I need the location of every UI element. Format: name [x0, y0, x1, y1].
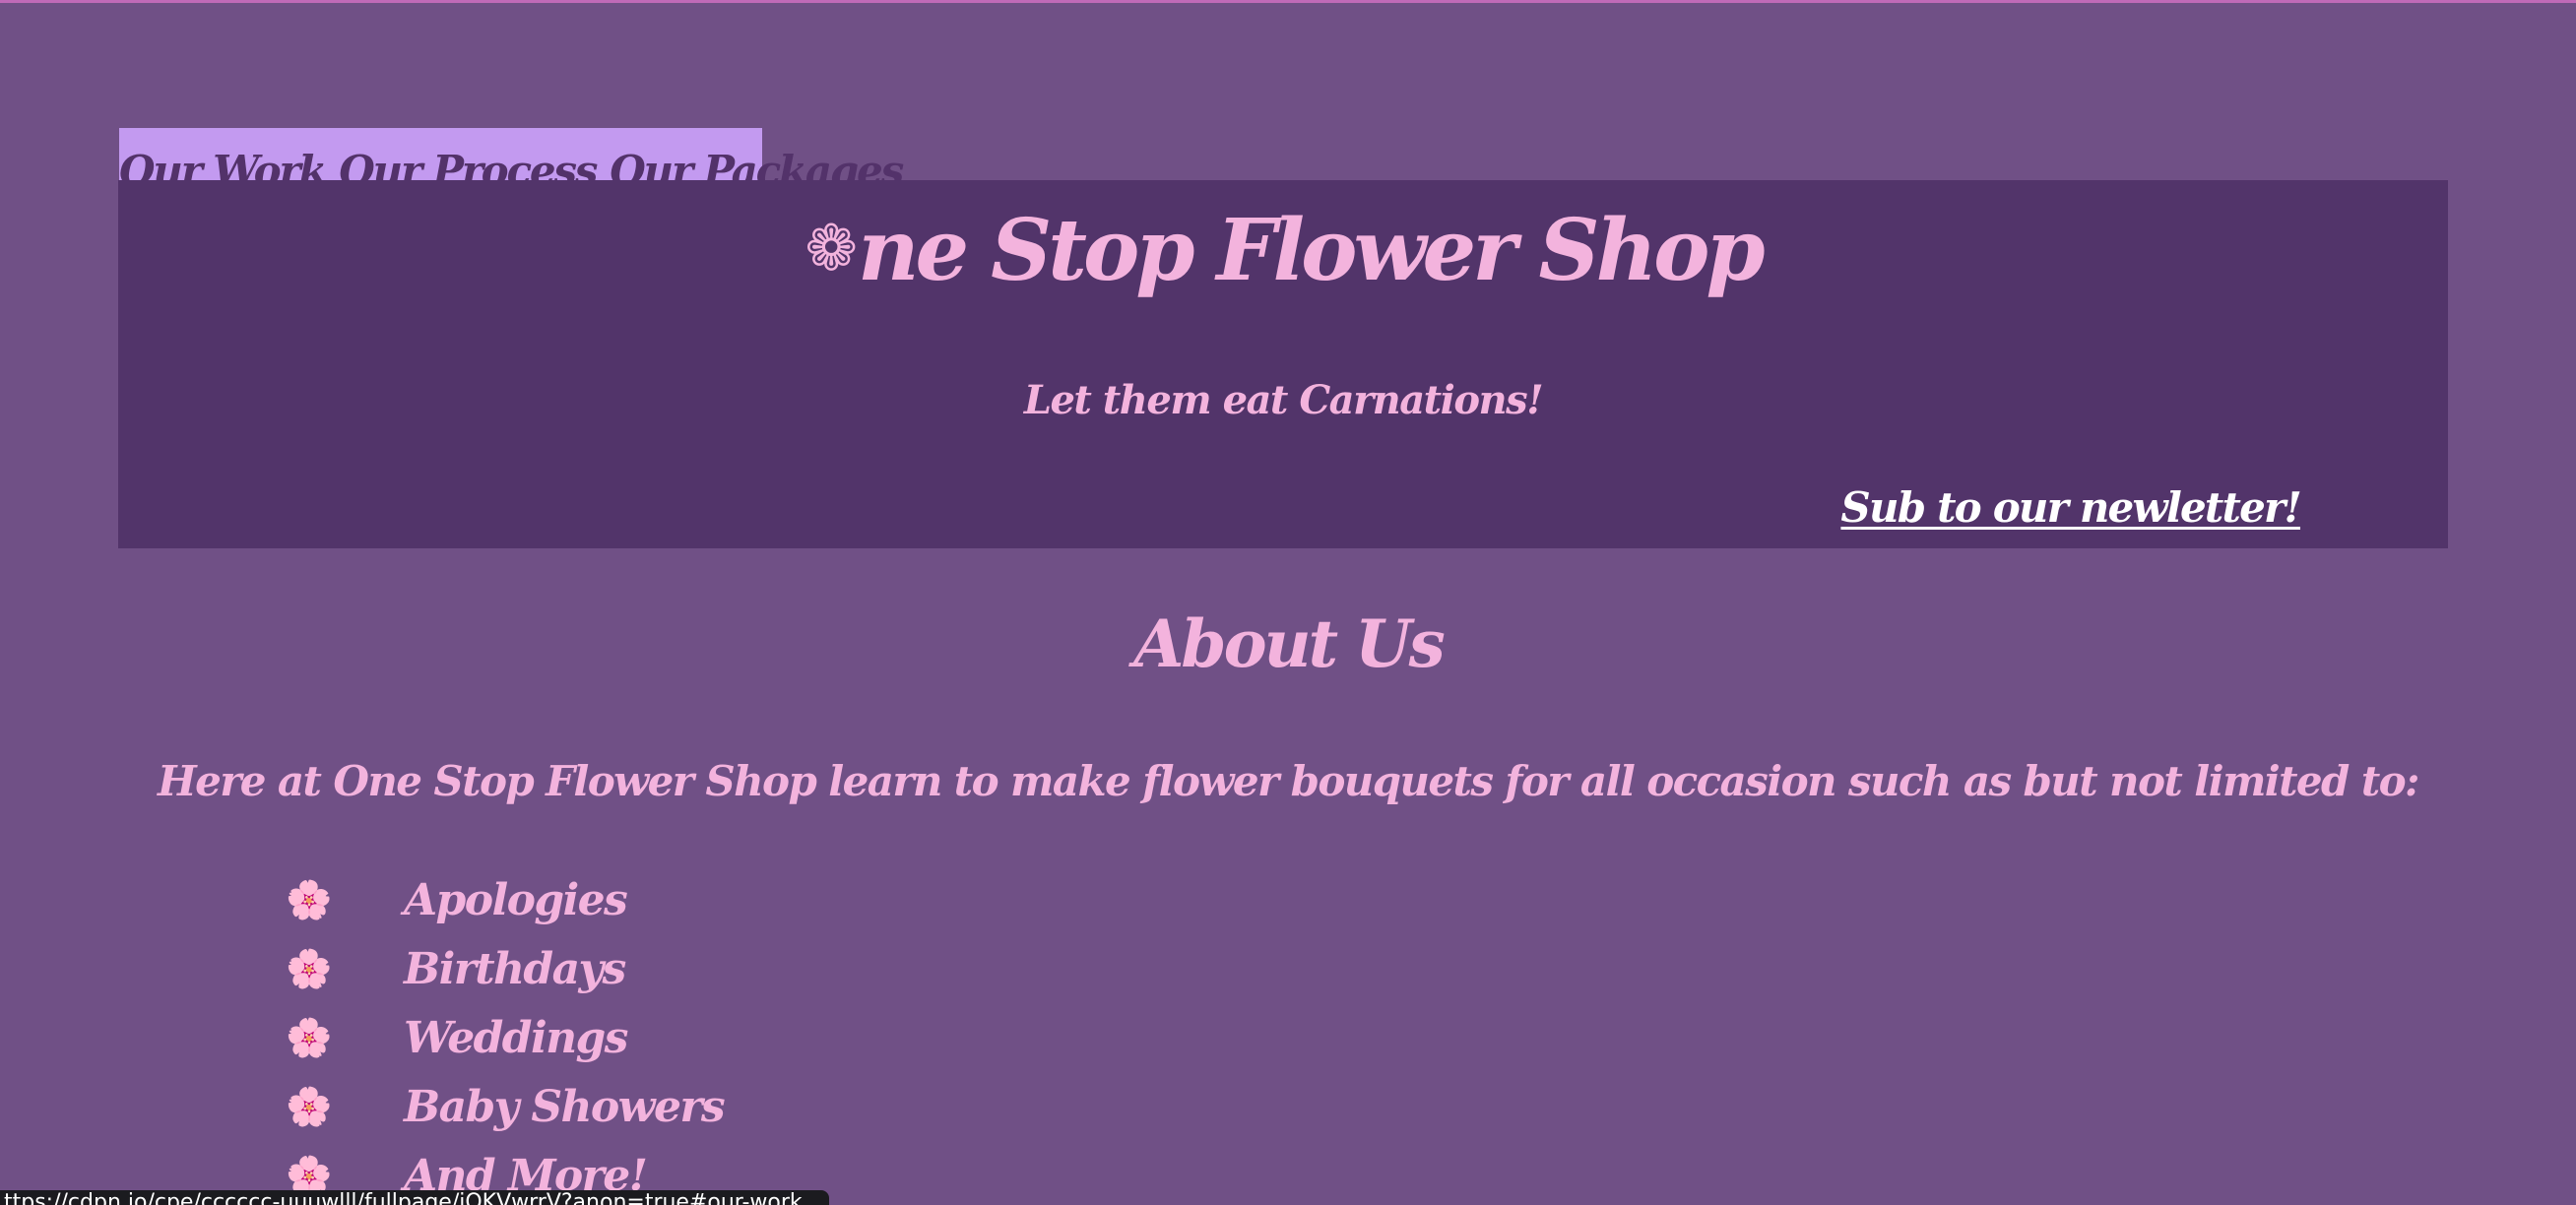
- flower-icon: ❁: [805, 213, 858, 285]
- list-item: 🌸 Baby Showers: [286, 1072, 726, 1141]
- tagline: Let them eat Carnations!: [1023, 377, 1544, 423]
- site-title-text: ne Stop Flower Shop: [857, 201, 1766, 300]
- list-item: 🌸 Weddings: [286, 1003, 724, 1072]
- list-item-label: Apologies: [404, 874, 628, 925]
- blossom-icon: 🌸: [286, 1084, 332, 1128]
- list-item-label: Weddings: [404, 1012, 628, 1063]
- newsletter-link[interactable]: Sub to our newletter!: [1840, 483, 2301, 533]
- site-title: ❁ne Stop Flower Shop: [118, 200, 2448, 301]
- link-status-bar: ttps://cdpn.io/cpe/cccccc-uuuwlll/fullpa…: [0, 1190, 829, 1205]
- hero-banner: ❁ne Stop Flower Shop Let them eat Carnat…: [118, 180, 2448, 548]
- about-intro: Here at One Stop Flower Shop learn to ma…: [158, 757, 2420, 805]
- list-item: 🌸 Birthdays: [286, 934, 724, 1003]
- list-item-label: Baby Showers: [404, 1081, 726, 1132]
- list-item-label: Birthdays: [404, 943, 626, 994]
- list-item: 🌸 Apologies: [286, 865, 724, 934]
- about-heading: About Us: [1133, 605, 1446, 682]
- blossom-icon: 🌸: [286, 946, 332, 990]
- occasions-list: 🌸 Apologies 🌸 Birthdays 🌸 Weddings 🌸 Bab…: [286, 865, 726, 1205]
- blossom-icon: 🌸: [286, 1015, 332, 1059]
- blossom-icon: 🌸: [286, 877, 332, 921]
